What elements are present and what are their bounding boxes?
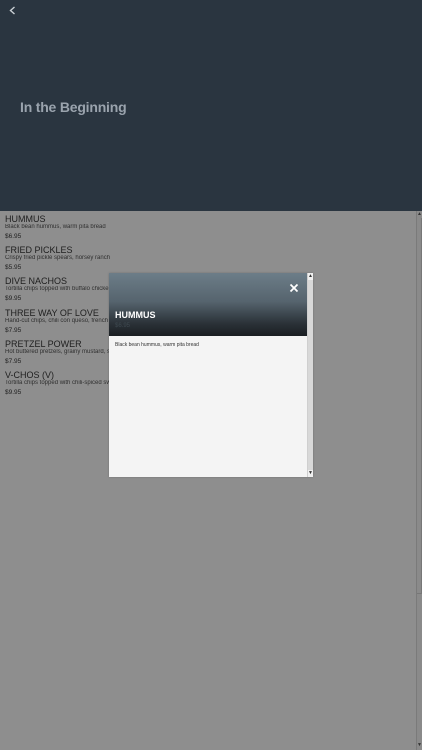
modal-price: $6.95 [115,323,131,329]
modal-scrollbar[interactable]: ▲ ▼ [307,273,313,477]
menu-item-name: DIVE NACHOS [5,276,68,287]
back-button[interactable] [4,3,20,17]
close-button[interactable] [288,281,300,293]
menu-item-price: $9.95 [5,388,22,396]
menu-item-description: Black bean hummus, warm pita bread [5,224,106,230]
menu-item-description: Tortilla chips topped with buffalo chick… [5,286,109,293]
page-title: In the Beginning [20,99,127,115]
scroll-up-arrow-icon[interactable]: ▲ [417,212,422,217]
menu-item-name: HUMMUS [5,214,46,224]
scrollbar-thumb[interactable] [308,280,313,470]
menu-item-description: Crispy fried pickle spears, horsey ranch [5,255,111,262]
menu-item-price: $6.95 [5,233,22,240]
scrollbar-thumb[interactable] [417,218,422,594]
modal-description: Black bean hummus, warm pita bread [115,342,199,348]
modal-hero-image: HUMMUS $6.95 [109,273,307,336]
scroll-up-arrow-icon[interactable]: ▲ [308,274,313,279]
menu-item-price: $7.95 [5,357,22,365]
menu-item-name: THREE WAY OF LOVE [5,307,99,318]
item-detail-modal: HUMMUS $6.95 Black bean hummus, warm pit… [109,273,313,477]
menu-item-fried-pickles[interactable]: FRIED PICKLES Crispy fried pickle spears… [0,242,414,273]
close-icon [289,283,299,293]
modal-title: HUMMUS [115,310,156,320]
menu-item-name: V-CHOS (V) [5,369,55,380]
menu-item-description: Hot buttered pretzels, grainy mustard, s… [5,348,109,355]
header: In the Beginning [0,0,422,211]
menu-item-description: Hand-cut chips, chili con queso, french … [5,317,109,324]
scroll-down-arrow-icon[interactable]: ▼ [308,471,313,476]
menu-item-name: PRETZEL POWER [5,338,82,349]
menu-item-price: $5.95 [5,264,22,272]
chevron-left-icon [8,5,15,15]
scroll-down-arrow-icon[interactable]: ▼ [417,743,422,748]
menu-item-price: $9.95 [5,295,22,303]
main-scrollbar[interactable]: ▲ ▼ [416,211,422,750]
menu-item-name: FRIED PICKLES [5,245,73,256]
menu-item-price: $7.95 [5,326,22,334]
menu-item-hummus[interactable]: HUMMUS Black bean hummus, warm pita brea… [0,211,414,242]
menu-item-description: Tortilla chips topped with chili-spiced … [5,379,109,386]
